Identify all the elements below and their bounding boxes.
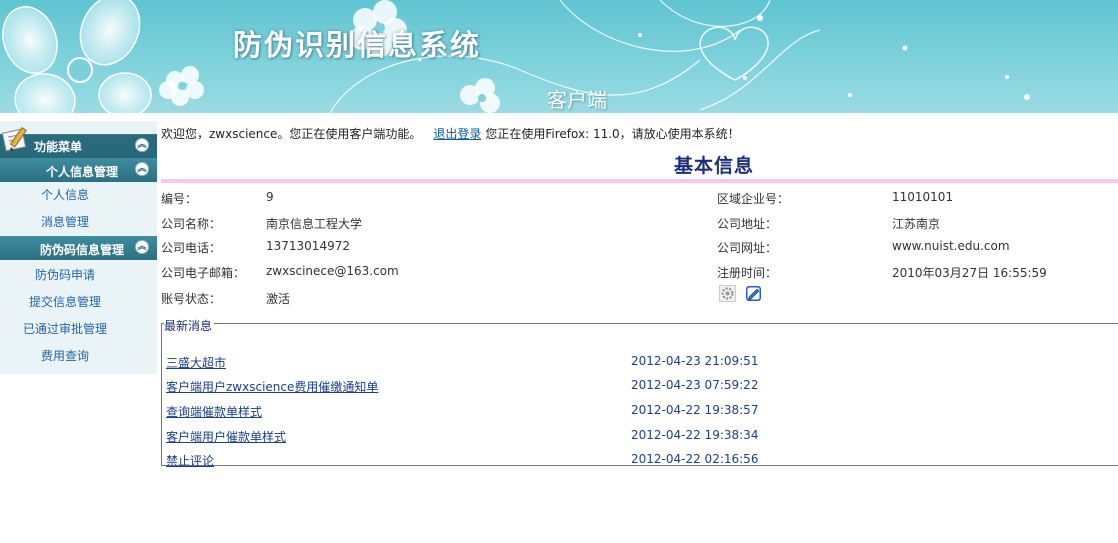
news-item: 三盛大超市 2012-04-23 21:09:51 [166,354,1116,370]
number-value: 9 [266,190,274,204]
app-title: 防伪识别信息系统 [233,28,482,62]
status-label: 账号状态： [161,292,222,306]
welcome-text: 欢迎您，zwxscience。您正在使用客户端功能。 [161,127,422,141]
region-label: 区域企业号： [717,192,790,206]
regtime-value: 2010年03月27日 16:55:59 [892,266,1047,280]
logout-link[interactable]: 退出登录 [433,127,481,141]
news-legend: 最新消息 [164,317,215,334]
sidebar-item-personal-info[interactable]: 个人信息 [0,182,157,209]
news-time: 2012-04-22 02:16:56 [631,452,759,466]
company-value: 南京信息工程大学 [266,217,363,231]
header-banner: 防伪识别信息系统 客户端 [0,0,1118,113]
latest-news-panel: 最新消息 三盛大超市 2012-04-23 21:09:51 客户端用户zwxs… [161,317,1118,468]
website-value: www.nuist.edu.com [892,239,1010,253]
group-anticounterfeit-header[interactable]: 防伪码信息管理 ︽ [0,236,157,260]
news-time: 2012-04-23 21:09:51 [631,354,759,368]
news-item: 查询端催款单样式 2012-04-22 19:38:57 [166,403,1116,419]
collapse-chevron-icon[interactable]: ︽ [135,138,149,152]
regtime-label: 注册时间： [717,266,778,280]
phone-label: 公司电话： [161,241,222,255]
welcome-bar: 欢迎您，zwxscience。您正在使用客户端功能。 退出登录 您正在使用Firef… [161,125,740,142]
news-title-link[interactable]: 禁止评论 [166,454,214,468]
sidebar: 功能菜单 ︽ 个人信息管理 ︽ 个人信息 消息管理 防伪码信息管理 ︽ 防伪码申… [0,121,157,374]
browser-info-text: 您正在使用Firefox: 11.0，请放心使用本系统！ [485,127,740,141]
address-label: 公司地址： [717,217,778,231]
email-value: zwxscinece@163.com [266,264,399,278]
section-title: 基本信息 [674,155,755,177]
news-title-link[interactable]: 客户端用户zwxscience费用催缴通知单 [166,380,378,394]
function-menu-title: 功能菜单 [34,140,83,154]
gear-icon[interactable] [719,285,736,302]
edit-icon[interactable] [745,285,762,302]
news-title-link[interactable]: 客户端用户催款单样式 [166,430,286,444]
collapse-chevron-icon[interactable]: ︽ [135,162,149,176]
news-time: 2012-04-22 19:38:57 [631,403,759,417]
news-item: 客户端用户催款单样式 2012-04-22 19:38:34 [166,428,1116,444]
section-divider [161,179,1118,183]
news-title-link[interactable]: 查询端催款单样式 [166,405,262,419]
collapse-chevron-icon[interactable]: ︽ [135,240,149,254]
group-anticounterfeit-list: 防伪码申请 提交信息管理 已通过审批管理 费用查询 [0,260,157,374]
sidebar-item-message-manage[interactable]: 消息管理 [0,209,157,236]
info-row: 账号状态： 激活 [161,285,1061,306]
news-time: 2012-04-23 07:59:22 [631,378,759,392]
app-subtitle: 客户端 [547,88,607,112]
number-label: 编号： [161,192,198,206]
news-item: 禁止评论 2012-04-22 02:16:56 [166,452,1116,468]
group-personal-info-list: 个人信息 消息管理 [0,182,157,236]
news-title-link[interactable]: 三盛大超市 [166,356,226,370]
email-label: 公司电子邮箱： [161,266,246,280]
company-label: 公司名称： [161,217,222,231]
group-title: 个人信息管理 [46,165,119,179]
function-menu-header[interactable]: 功能菜单 ︽ [0,121,157,158]
notepad-pencil-icon [1,125,32,156]
group-title: 防伪码信息管理 [40,243,125,257]
news-time: 2012-04-22 19:38:34 [631,428,759,442]
sidebar-item-code-apply[interactable]: 防伪码申请 [0,262,157,289]
news-item: 客户端用户zwxscience费用催缴通知单 2012-04-23 07:59:… [166,378,1116,394]
address-value: 江苏南京 [892,217,941,231]
sidebar-item-approved[interactable]: 已通过审批管理 [0,316,157,343]
website-label: 公司网址： [717,241,778,255]
sidebar-item-submitted-info[interactable]: 提交信息管理 [0,289,157,316]
status-value: 激活 [266,292,291,306]
phone-value: 13713014972 [266,239,350,253]
region-value: 11010101 [892,190,954,204]
group-personal-info-header[interactable]: 个人信息管理 ︽ [0,158,157,182]
sidebar-item-fee-query[interactable]: 费用查询 [0,343,157,370]
